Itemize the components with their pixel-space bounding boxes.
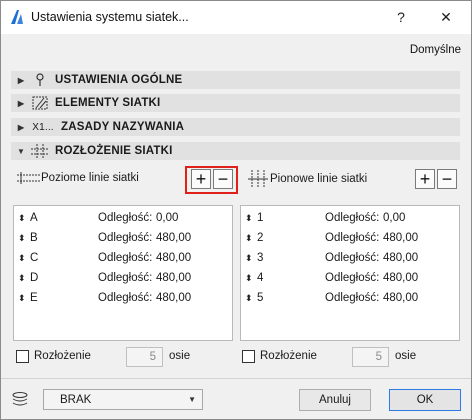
distance-label: Odległość:	[325, 212, 380, 224]
line-name: 2	[257, 232, 264, 244]
line-name: 3	[257, 252, 264, 264]
drag-handle-icon[interactable]: ⬍	[18, 213, 26, 224]
section-grid-layout[interactable]: ▼ ROZŁOŻENIE SIATKI	[11, 142, 460, 160]
section-general-settings[interactable]: ▶ USTAWIENIA OGÓLNE	[11, 71, 460, 89]
drag-handle-icon[interactable]: ⬍	[18, 293, 26, 304]
list-item[interactable]: ⬍ D Odległość: 480,00	[14, 269, 232, 287]
section-label: ELEMENTY SIATKI	[55, 97, 161, 109]
list-item[interactable]: ⬍ C Odległość: 480,00	[14, 249, 232, 267]
distance-label: Odległość:	[98, 292, 153, 304]
distance-label: Odległość:	[98, 252, 153, 264]
drag-handle-icon[interactable]: ⬍	[245, 293, 253, 304]
line-name: B	[30, 232, 38, 244]
drag-handle-icon[interactable]: ⬍	[18, 253, 26, 264]
cancel-button[interactable]: Anuluj	[299, 389, 371, 411]
horizontal-axes-label: osie	[169, 350, 191, 362]
list-item[interactable]: ⬍ 5 Odległość: 480,00	[241, 289, 459, 307]
list-item[interactable]: ⬍ 1 Odległość: 0,00	[241, 209, 459, 227]
grid-element-icon	[29, 95, 51, 111]
drag-handle-icon[interactable]: ⬍	[245, 253, 253, 264]
horizontal-distribution-checkbox[interactable]	[16, 350, 29, 363]
horizontal-distribution-label: Rozłożenie	[34, 350, 91, 362]
vertical-grid-lines-icon	[248, 170, 268, 188]
drag-handle-icon[interactable]: ⬍	[18, 233, 26, 244]
line-name: 1	[257, 212, 264, 224]
distance-value[interactable]: 480,00	[383, 232, 418, 244]
distance-label: Odległość:	[98, 272, 153, 284]
distance-label: Odległość:	[98, 232, 153, 244]
chevron-down-icon: ▼	[188, 395, 196, 404]
naming-icon: X1...	[32, 121, 54, 133]
collapse-arrow-icon: ▼	[16, 146, 26, 156]
archicad-logo-icon	[11, 10, 23, 24]
drag-handle-icon[interactable]: ⬍	[245, 233, 253, 244]
line-name: E	[30, 292, 38, 304]
distance-label: Odległość:	[98, 212, 153, 224]
section-label: USTAWIENIA OGÓLNE	[55, 74, 183, 86]
horizontal-axes-count-input[interactable]: 5	[126, 347, 163, 367]
section-label: ROZŁOŻENIE SIATKI	[55, 145, 173, 157]
title-bar: Ustawienia systemu siatek... ? ✕	[1, 1, 471, 34]
line-name: 4	[257, 272, 264, 284]
distance-value[interactable]: 480,00	[383, 272, 418, 284]
vertical-add-button[interactable]: +	[415, 169, 435, 189]
vertical-lines-label: Pionowe linie siatki	[270, 173, 368, 185]
section-naming-rules[interactable]: ▶ X1... ZASADY NAZYWANIA	[11, 118, 460, 136]
pin-icon	[29, 72, 51, 88]
distance-value[interactable]: 0,00	[383, 212, 405, 224]
section-grid-elements[interactable]: ▶ ELEMENTY SIATKI	[11, 94, 460, 112]
vertical-distribution-label: Rozłożenie	[260, 350, 317, 362]
distance-value[interactable]: 480,00	[156, 272, 191, 284]
expand-arrow-icon: ▶	[17, 98, 25, 108]
vertical-axes-count-input[interactable]: 5	[352, 347, 389, 367]
vertical-lines-header: Pionowe linie siatki	[246, 169, 367, 189]
help-button[interactable]: ?	[386, 5, 416, 29]
horizontal-lines-label: Poziome linie siatki	[41, 172, 139, 184]
drag-handle-icon[interactable]: ⬍	[245, 213, 253, 224]
horizontal-lines-list[interactable]: ⬍ A Odległość: 0,00 ⬍ B Odległość: 480,0…	[13, 205, 233, 341]
close-button[interactable]: ✕	[431, 5, 461, 29]
distance-value[interactable]: 480,00	[156, 232, 191, 244]
drag-handle-icon[interactable]: ⬍	[18, 273, 26, 284]
expand-arrow-icon: ▶	[17, 75, 25, 85]
footer-divider	[1, 378, 471, 379]
horizontal-lines-header: Poziome linie siatki	[15, 171, 139, 185]
grid-system-settings-dialog: Ustawienia systemu siatek... ? ✕ Domyśln…	[0, 0, 472, 420]
distance-label: Odległość:	[325, 292, 380, 304]
list-item[interactable]: ⬍ 4 Odległość: 480,00	[241, 269, 459, 287]
line-name: A	[30, 212, 38, 224]
horizontal-grid-lines-icon	[17, 172, 41, 184]
defaults-link[interactable]: Domyślne	[410, 44, 461, 56]
layer-select[interactable]: BRAK ▼	[43, 389, 203, 410]
vertical-remove-button[interactable]: −	[437, 169, 457, 189]
distance-label: Odległość:	[325, 252, 380, 264]
distance-value[interactable]: 480,00	[156, 292, 191, 304]
list-item[interactable]: ⬍ B Odległość: 480,00	[14, 229, 232, 247]
list-item[interactable]: ⬍ E Odległość: 480,00	[14, 289, 232, 307]
layers-icon	[12, 392, 28, 406]
line-name: 5	[257, 292, 264, 304]
grid-layout-icon	[29, 143, 51, 159]
highlight-frame	[185, 166, 238, 194]
list-item[interactable]: ⬍ 3 Odległość: 480,00	[241, 249, 459, 267]
line-name: C	[30, 252, 39, 264]
window-title: Ustawienia systemu siatek...	[31, 10, 189, 24]
distance-label: Odległość:	[325, 232, 380, 244]
layer-select-value: BRAK	[60, 393, 92, 406]
vertical-lines-list[interactable]: ⬍ 1 Odległość: 0,00 ⬍ 2 Odległość: 480,0…	[240, 205, 460, 341]
distance-value[interactable]: 480,00	[383, 252, 418, 264]
distance-value[interactable]: 480,00	[383, 292, 418, 304]
expand-arrow-icon: ▶	[17, 122, 25, 132]
list-item[interactable]: ⬍ A Odległość: 0,00	[14, 209, 232, 227]
section-label: ZASADY NAZYWANIA	[61, 121, 185, 133]
distance-label: Odległość:	[325, 272, 380, 284]
vertical-axes-label: osie	[395, 350, 417, 362]
distance-value[interactable]: 480,00	[156, 252, 191, 264]
line-name: D	[30, 272, 39, 284]
vertical-distribution-checkbox[interactable]	[242, 350, 255, 363]
ok-button[interactable]: OK	[389, 389, 461, 411]
list-item[interactable]: ⬍ 2 Odległość: 480,00	[241, 229, 459, 247]
drag-handle-icon[interactable]: ⬍	[245, 273, 253, 284]
distance-value[interactable]: 0,00	[156, 212, 178, 224]
